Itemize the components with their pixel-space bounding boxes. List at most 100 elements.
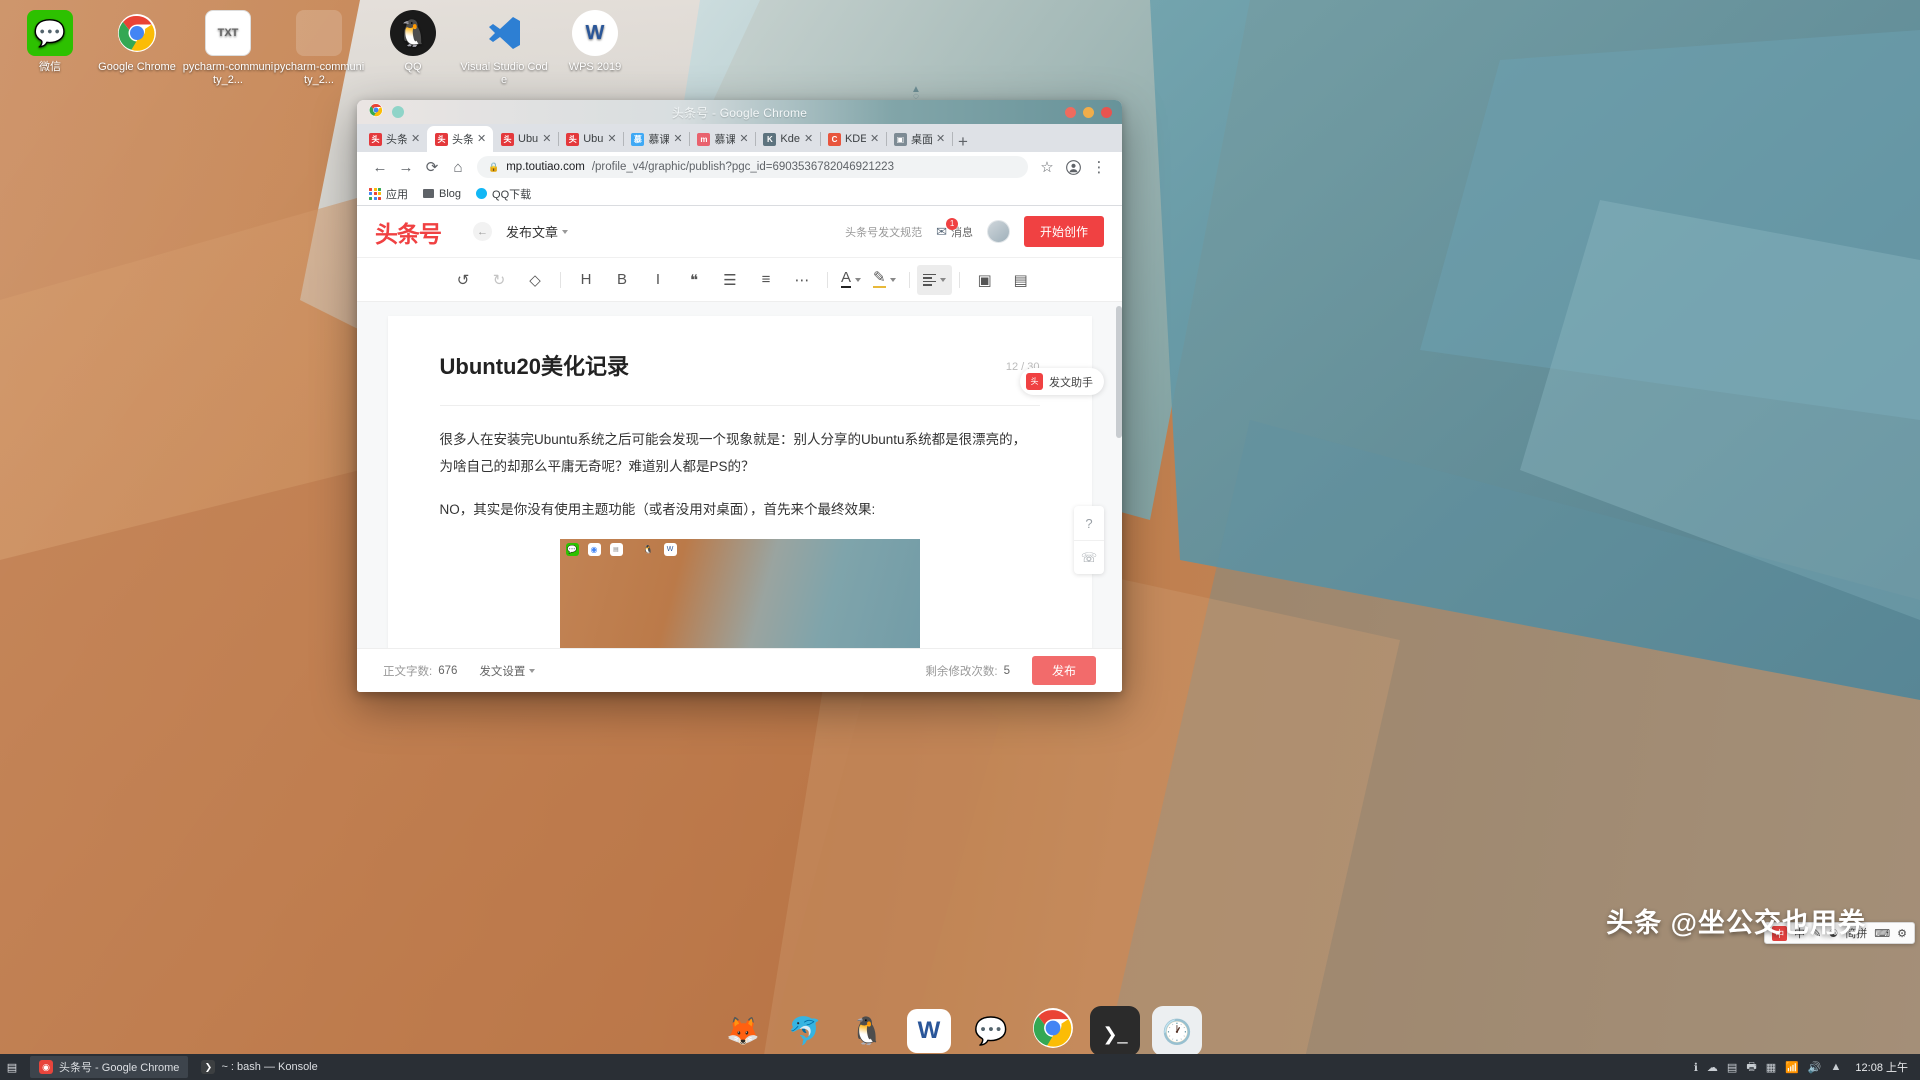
window-minimize-button[interactable]: [1083, 106, 1094, 118]
browser-navigation-bar[interactable]: ← → ⟳ ⌂ 🔒 mp.toutiao.com/profile_v4/grap…: [357, 152, 1122, 182]
tab-close-icon[interactable]: ✕: [607, 133, 617, 145]
bookmark-star-icon[interactable]: ☆: [1034, 154, 1060, 180]
bookmark-qq-download[interactable]: QQ下载: [476, 186, 531, 202]
publish-button[interactable]: 发布: [1031, 656, 1096, 685]
desktop-icon-pycharm-txt[interactable]: TXT pycharm-community_2...: [182, 10, 274, 87]
publish-settings-button[interactable]: 发文设置: [479, 663, 536, 679]
tab-close-icon[interactable]: ✕: [804, 133, 814, 145]
highlight-color-button[interactable]: ✎: [867, 265, 902, 295]
profile-avatar-icon[interactable]: [1060, 154, 1086, 180]
article-paragraph[interactable]: 很多人在安装完Ubuntu系统之后可能会发现一个现象就是：别人分享的Ubuntu…: [440, 426, 1040, 480]
taskbar[interactable]: ▤ ◉ 头条号 - Google Chrome ❯ ~ : bash — Konsol…: [0, 1054, 1920, 1080]
browser-tab[interactable]: 头 Ubu ✕: [558, 126, 625, 152]
tray-icon[interactable]: 🖶: [1746, 1058, 1756, 1077]
forward-icon[interactable]: →: [393, 154, 419, 180]
new-tab-button[interactable]: +: [958, 133, 968, 150]
article-paragraph[interactable]: NO，其实是你没有使用主题功能（或者没用对桌面），首先来个最终效果:: [440, 496, 1040, 523]
browser-tab[interactable]: 头头条 ✕: [361, 126, 428, 152]
ime-item[interactable]: ⌨: [1874, 927, 1890, 940]
back-icon[interactable]: ←: [367, 154, 393, 180]
start-creating-button[interactable]: 开始创作: [1023, 216, 1104, 247]
insert-image-button[interactable]: ▣: [967, 265, 1003, 295]
browser-tab[interactable]: 头头条 ✕: [427, 126, 493, 152]
article-embedded-screenshot[interactable]: 💬 ◉ ▤ 🐧 W: [559, 538, 920, 648]
bold-button[interactable]: B: [604, 265, 640, 295]
dock-item-google-chrome[interactable]: [1028, 1006, 1078, 1056]
editor-toolbar[interactable]: ↺ ↻ ◇ H B I ❝ ☰ ≡ ⋯ A ✎ ▣ ▤: [357, 258, 1122, 302]
desktop-icon-google-chrome[interactable]: Google Chrome: [91, 10, 183, 74]
tab-close-icon[interactable]: ✕: [542, 133, 552, 145]
toutiao-logo[interactable]: 头条号: [375, 215, 442, 249]
tab-close-icon[interactable]: ✕: [870, 133, 880, 145]
dock-item-qq[interactable]: 🐧: [842, 1006, 892, 1056]
insert-document-button[interactable]: ▤: [1003, 265, 1039, 295]
help-icon[interactable]: ?: [1074, 506, 1104, 540]
tab-close-icon[interactable]: ✕: [739, 133, 749, 145]
redo-button[interactable]: ↻: [481, 265, 517, 295]
window-close-button[interactable]: [1065, 106, 1076, 118]
dock-item-wps-writer[interactable]: W: [904, 1006, 954, 1056]
tab-close-icon[interactable]: ✕: [411, 133, 421, 145]
reload-icon[interactable]: ⟳: [419, 154, 445, 180]
quote-button[interactable]: ❝: [676, 265, 712, 295]
system-tray[interactable]: ℹ ☁ ▤ 🖶 ▦ 📶 🔊 ▲: [1694, 1058, 1852, 1077]
bullet-list-button[interactable]: ☰: [712, 265, 748, 295]
window-titlebar[interactable]: 头条号 - Google Chrome: [357, 100, 1122, 124]
application-launcher-icon[interactable]: ▤: [0, 1061, 24, 1074]
address-bar[interactable]: 🔒 mp.toutiao.com/profile_v4/graphic/publ…: [477, 156, 1028, 178]
tray-icon[interactable]: ▦: [1766, 1061, 1776, 1074]
scrollbar-thumb[interactable]: [1116, 306, 1122, 438]
tab-close-icon[interactable]: ✕: [673, 133, 683, 145]
taskbar-item-chrome-task[interactable]: ◉ 头条号 - Google Chrome: [30, 1056, 189, 1078]
clock[interactable]: 12:08 上午: [1851, 1059, 1920, 1075]
window-controls[interactable]: [1065, 106, 1112, 118]
feedback-icon[interactable]: ☏: [1074, 540, 1104, 574]
clear-format-button[interactable]: ◇: [517, 265, 553, 295]
desktop-icon-qq[interactable]: 🐧 QQ: [367, 10, 459, 74]
tray-icon[interactable]: 🔊: [1808, 1061, 1822, 1074]
tab-close-icon[interactable]: ✕: [936, 133, 946, 145]
application-dock[interactable]: 🦊 🐬 🐧 W 💬 ❯_ 🕐: [710, 992, 1210, 1056]
article-title[interactable]: Ubuntu20美化记录: [440, 352, 1006, 383]
dock-item-clock[interactable]: 🕐: [1152, 1006, 1202, 1056]
browser-tab[interactable]: 慕慕课 ✕: [623, 126, 691, 152]
font-color-button[interactable]: A: [835, 265, 867, 295]
avatar[interactable]: [986, 220, 1010, 243]
taskbar-item-konsole-task[interactable]: ❯ ~ : bash — Konsole: [192, 1056, 326, 1078]
undo-button[interactable]: ↺: [445, 265, 481, 295]
ime-item[interactable]: ⚙: [1897, 927, 1907, 940]
home-icon[interactable]: ⌂: [445, 154, 471, 180]
page-scrollbar[interactable]: [1116, 302, 1122, 648]
more-button[interactable]: ⋯: [784, 265, 820, 295]
numbered-list-button[interactable]: ≡: [748, 265, 784, 295]
messages-button[interactable]: ✉ 消息 1: [936, 217, 973, 240]
breadcrumb[interactable]: 发布文章: [506, 222, 569, 241]
italic-button[interactable]: I: [640, 265, 676, 295]
tab-strip[interactable]: 头头条 ✕ 头头条 ✕ 头 Ubu ✕ 头 Ubu ✕ 慕慕课 ✕ m 慕课 ✕ K Kde ✕ C KDE ✕ ▣ 桌面 ✕…: [357, 124, 1122, 152]
page-back-button[interactable]: ←: [473, 222, 492, 241]
desktop-icon-pycharm-2[interactable]: pycharm-community_2...: [273, 10, 365, 87]
bookmarks-bar[interactable]: 应用 Blog QQ下载: [357, 182, 1122, 206]
chrome-window[interactable]: 头条号 - Google Chrome 头头条 ✕ 头头条 ✕ 头 Ubu ✕ 头 Ubu ✕ 慕慕…: [357, 100, 1122, 692]
window-maximize-button[interactable]: [1101, 106, 1112, 118]
desktop-icon-wps[interactable]: W WPS 2019: [549, 10, 641, 74]
tray-icon[interactable]: ☁: [1707, 1061, 1718, 1074]
taskbar-window-list[interactable]: ◉ 头条号 - Google Chrome ❯ ~ : bash — Konsole: [24, 1056, 1694, 1078]
browser-tab[interactable]: K Kde ✕: [755, 126, 821, 152]
tray-icon[interactable]: ▤: [1727, 1061, 1737, 1074]
dock-item-dolphin[interactable]: 🐬: [780, 1006, 830, 1056]
browser-tab[interactable]: m 慕课 ✕: [689, 126, 757, 152]
bookmark-blog[interactable]: Blog: [423, 188, 461, 200]
browser-tab[interactable]: C KDE ✕: [820, 126, 887, 152]
tray-icon[interactable]: 📶: [1785, 1061, 1799, 1074]
writing-assistant-panel[interactable]: 头 发文助手: [1020, 368, 1104, 395]
browser-tab[interactable]: ▣ 桌面 ✕: [886, 126, 953, 152]
browser-tab[interactable]: 头 Ubu ✕: [493, 126, 560, 152]
tab-close-icon[interactable]: ✕: [477, 133, 487, 145]
desktop-icon-wechat[interactable]: 💬 微信: [4, 10, 96, 74]
dock-item-wechat[interactable]: 💬: [966, 1006, 1016, 1056]
desktop-icon-vscode[interactable]: Visual Studio Code: [458, 10, 550, 87]
align-button[interactable]: [916, 264, 952, 295]
dock-item-terminal[interactable]: ❯_: [1090, 1006, 1140, 1056]
bookmark-apps[interactable]: 应用: [369, 186, 408, 202]
